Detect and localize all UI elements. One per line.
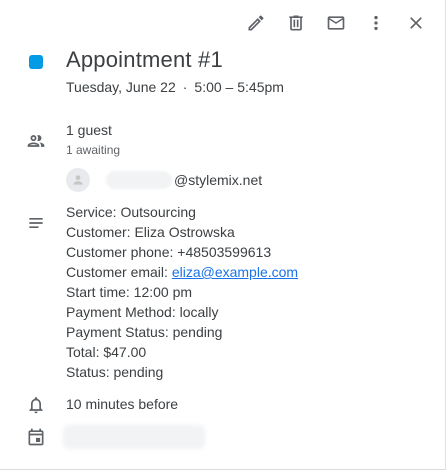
event-color-swatch [29,55,43,69]
desc-payment-status: Payment Status: pending [66,324,223,340]
desc-email: Customer email: eliza@example.com [66,262,298,282]
guest-status: 1 awaiting [66,143,121,157]
desc-payment-method: Payment Method: locally [66,304,219,320]
datetime-separator: · [182,79,188,95]
more-options-button[interactable] [356,10,396,36]
description-icon [26,213,46,233]
bell-icon [26,395,46,415]
event-description: Service: Outsourcing Customer: Eliza Ost… [66,202,298,382]
pencil-icon [248,15,264,31]
email-guests-button[interactable] [316,10,356,36]
event-detail-popup: Appointment #1 Tuesday, June 22 · 5:00 – 5… [0,0,446,470]
redacted-email-user [106,171,172,189]
desc-email-label: Customer email: [66,264,172,280]
redacted-calendar-name [63,425,205,449]
guest-list-item[interactable]: @stylemix.net [66,168,262,192]
desc-service: Service: Outsourcing [66,204,196,220]
event-title: Appointment #1 [66,47,223,72]
avatar [66,168,90,192]
guests-icon [26,131,46,151]
reminder-text: 10 minutes before [66,396,179,412]
desc-phone: Customer phone: +48503599613 [66,244,272,260]
calendar-icon [26,427,46,447]
event-time: 5:00 – 5:45pm [194,79,284,95]
close-button[interactable] [396,10,436,36]
trash-icon [289,15,303,31]
event-date: Tuesday, June 22 [66,79,176,95]
more-vert-icon [374,15,378,31]
desc-customer: Customer: Eliza Ostrowska [66,224,235,240]
edit-button[interactable] [236,10,276,36]
delete-button[interactable] [276,10,316,36]
event-datetime: Tuesday, June 22 · 5:00 – 5:45pm [66,79,284,95]
customer-email-link[interactable]: eliza@example.com [172,264,298,280]
close-icon [410,17,422,29]
desc-status: Status: pending [66,364,164,380]
toolbar [236,10,436,36]
person-icon [73,175,83,185]
desc-total: Total: $47.00 [66,344,147,360]
guest-email-domain: @stylemix.net [174,172,263,188]
guest-count: 1 guest [66,122,112,138]
mail-icon [327,16,345,30]
desc-start-time: Start time: 12:00 pm [66,284,193,300]
